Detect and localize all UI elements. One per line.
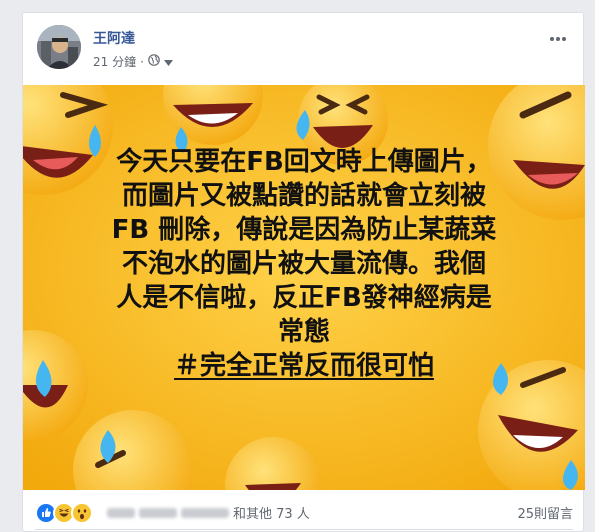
post-text-line: 而圖片又被點讚的話就會立刻被: [121, 181, 486, 211]
post-text-line: 不泡水的圖片被大量流傳。我個: [121, 249, 486, 279]
author-avatar[interactable]: [37, 25, 81, 69]
meta-separator: ·: [140, 54, 144, 69]
post-meta: 21 分鐘 ·: [93, 53, 173, 70]
chevron-down-icon[interactable]: [163, 55, 173, 69]
wow-icon: [71, 502, 93, 524]
blurred-name: [139, 507, 177, 518]
reaction-names[interactable]: 和其他 73 人: [107, 503, 310, 522]
author-name[interactable]: 王阿達: [93, 28, 135, 48]
post-footer: 和其他 73 人 25則留言: [23, 491, 585, 531]
reaction-others-text: 和其他 73 人: [233, 507, 310, 522]
post-header: 王阿達 21 分鐘 ·: [37, 25, 577, 83]
blurred-name: [181, 507, 229, 518]
post-text: 今天只要在FB回文時上傳圖片， 而圖片又被點讚的話就會立刻被 FB 刪除，傳說是…: [23, 145, 585, 383]
post-time[interactable]: 21 分鐘: [93, 53, 136, 70]
more-icon[interactable]: [549, 27, 567, 43]
post-text-line: FB 刪除，傳說是因為防止某蔬菜: [111, 215, 497, 245]
post-card: 王阿達 21 分鐘 · 今天只要在FB回文時上傳圖片， 而圖片又被點讚的話就會立…: [22, 12, 585, 532]
post-text-line: 常態: [277, 317, 330, 347]
post-text-line: 今天只要在FB回文時上傳圖片，: [116, 147, 492, 177]
hashtag-link[interactable]: ＃完全正常反而很可怕: [23, 349, 585, 383]
globe-icon[interactable]: [148, 54, 160, 69]
footer-divider: [35, 529, 573, 530]
blurred-name: [107, 507, 135, 518]
comments-count[interactable]: 25則留言: [517, 503, 573, 522]
reaction-icons[interactable]: [35, 502, 93, 524]
post-text-line: 人是不信啦，反正FB發神經病是: [116, 283, 492, 313]
post-image[interactable]: 今天只要在FB回文時上傳圖片， 而圖片又被點讚的話就會立刻被 FB 刪除，傳說是…: [23, 85, 585, 490]
